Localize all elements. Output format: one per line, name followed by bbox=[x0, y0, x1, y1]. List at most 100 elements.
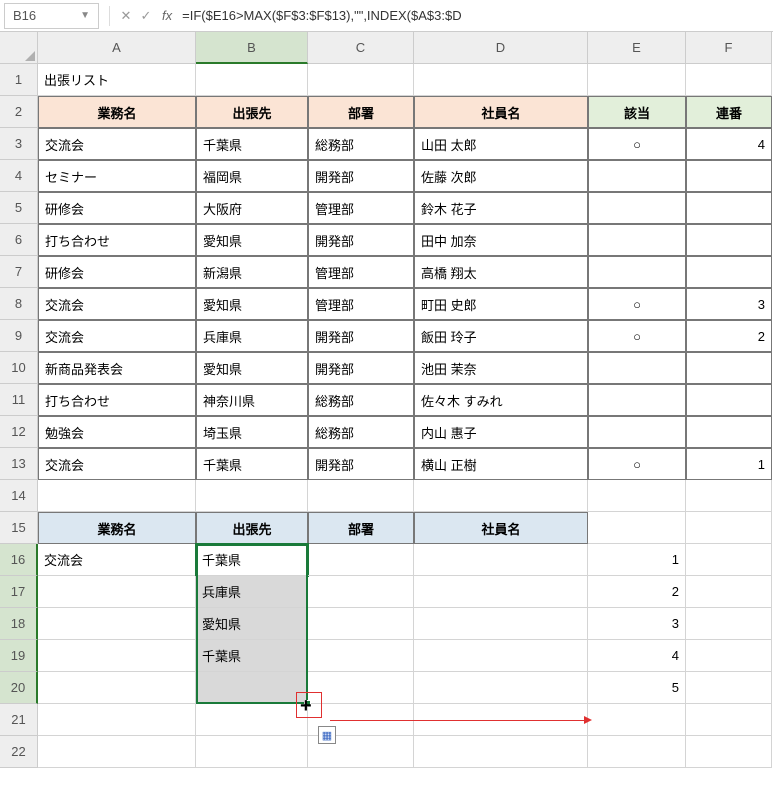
cell-E1[interactable] bbox=[588, 64, 686, 96]
cell-B4[interactable]: 福岡県 bbox=[196, 160, 308, 192]
select-all-corner[interactable] bbox=[0, 32, 38, 64]
cell-D7[interactable]: 高橋 翔太 bbox=[414, 256, 588, 288]
cell-F20[interactable] bbox=[686, 672, 772, 704]
cell-D12[interactable]: 内山 惠子 bbox=[414, 416, 588, 448]
cell-E14[interactable] bbox=[588, 480, 686, 512]
cell-C6[interactable]: 開発部 bbox=[308, 224, 414, 256]
cell-F5[interactable] bbox=[686, 192, 772, 224]
cell-F19[interactable] bbox=[686, 640, 772, 672]
cell-F7[interactable] bbox=[686, 256, 772, 288]
cell-D16[interactable] bbox=[414, 544, 588, 576]
row-header-12[interactable]: 12 bbox=[0, 416, 38, 448]
row-header-22[interactable]: 22 bbox=[0, 736, 38, 768]
cell-F18[interactable] bbox=[686, 608, 772, 640]
cell-F22[interactable] bbox=[686, 736, 772, 768]
row-header-15[interactable]: 15 bbox=[0, 512, 38, 544]
col-header-F[interactable]: F bbox=[686, 32, 772, 64]
row-header-9[interactable]: 9 bbox=[0, 320, 38, 352]
col-header-B[interactable]: B bbox=[196, 32, 308, 64]
cell-B8[interactable]: 愛知県 bbox=[196, 288, 308, 320]
cell-A8[interactable]: 交流会 bbox=[38, 288, 196, 320]
cell-F14[interactable] bbox=[686, 480, 772, 512]
cell-B17[interactable]: 兵庫県 bbox=[196, 576, 308, 608]
cell-C1[interactable] bbox=[308, 64, 414, 96]
cell-E3[interactable]: ○ bbox=[588, 128, 686, 160]
cell-E20[interactable]: 5 bbox=[588, 672, 686, 704]
cell-C18[interactable] bbox=[308, 608, 414, 640]
fx-icon[interactable]: fx bbox=[156, 8, 178, 23]
cell-E19[interactable]: 4 bbox=[588, 640, 686, 672]
cell-B6[interactable]: 愛知県 bbox=[196, 224, 308, 256]
row-header-1[interactable]: 1 bbox=[0, 64, 38, 96]
cell-E17[interactable]: 2 bbox=[588, 576, 686, 608]
cell-A3[interactable]: 交流会 bbox=[38, 128, 196, 160]
cell-B1[interactable] bbox=[196, 64, 308, 96]
cell-F4[interactable] bbox=[686, 160, 772, 192]
cell-E21[interactable] bbox=[588, 704, 686, 736]
cell-A1[interactable]: 出張リスト bbox=[38, 64, 196, 96]
col-header-A[interactable]: A bbox=[38, 32, 196, 64]
cell-D17[interactable] bbox=[414, 576, 588, 608]
row-header-13[interactable]: 13 bbox=[0, 448, 38, 480]
cell-E11[interactable] bbox=[588, 384, 686, 416]
cell-B11[interactable]: 神奈川県 bbox=[196, 384, 308, 416]
cell-C19[interactable] bbox=[308, 640, 414, 672]
chevron-down-icon[interactable]: ▼ bbox=[80, 10, 90, 21]
cell-A11[interactable]: 打ち合わせ bbox=[38, 384, 196, 416]
cell-A18[interactable] bbox=[38, 608, 196, 640]
cell-B14[interactable] bbox=[196, 480, 308, 512]
cell-A17[interactable] bbox=[38, 576, 196, 608]
cell-A22[interactable] bbox=[38, 736, 196, 768]
cell-D8[interactable]: 町田 史郎 bbox=[414, 288, 588, 320]
cell-D11[interactable]: 佐々木 すみれ bbox=[414, 384, 588, 416]
cell-D3[interactable]: 山田 太郎 bbox=[414, 128, 588, 160]
cell-E6[interactable] bbox=[588, 224, 686, 256]
row-header-14[interactable]: 14 bbox=[0, 480, 38, 512]
row-header-16[interactable]: 16 bbox=[0, 544, 38, 576]
cell-D19[interactable] bbox=[414, 640, 588, 672]
cell-C7[interactable]: 管理部 bbox=[308, 256, 414, 288]
cell-B22[interactable] bbox=[196, 736, 308, 768]
cell-B16[interactable]: 千葉県 bbox=[196, 544, 308, 576]
cell-B18[interactable]: 愛知県 bbox=[196, 608, 308, 640]
cell-C10[interactable]: 開発部 bbox=[308, 352, 414, 384]
row-header-18[interactable]: 18 bbox=[0, 608, 38, 640]
cell-E15[interactable] bbox=[588, 512, 686, 544]
cell-F10[interactable] bbox=[686, 352, 772, 384]
cell-A4[interactable]: セミナー bbox=[38, 160, 196, 192]
cell-D5[interactable]: 鈴木 花子 bbox=[414, 192, 588, 224]
cell-C17[interactable] bbox=[308, 576, 414, 608]
cell-F15[interactable] bbox=[686, 512, 772, 544]
cell-E7[interactable] bbox=[588, 256, 686, 288]
cell-C14[interactable] bbox=[308, 480, 414, 512]
cell-E2[interactable]: 該当 bbox=[588, 96, 686, 128]
cell-A19[interactable] bbox=[38, 640, 196, 672]
cell-C9[interactable]: 開発部 bbox=[308, 320, 414, 352]
cell-A5[interactable]: 研修会 bbox=[38, 192, 196, 224]
cell-C8[interactable]: 管理部 bbox=[308, 288, 414, 320]
cell-C15[interactable]: 部署 bbox=[308, 512, 414, 544]
cell-B7[interactable]: 新潟県 bbox=[196, 256, 308, 288]
confirm-icon[interactable]: ✓ bbox=[136, 8, 156, 24]
cell-A20[interactable] bbox=[38, 672, 196, 704]
cell-B3[interactable]: 千葉県 bbox=[196, 128, 308, 160]
cell-F9[interactable]: 2 bbox=[686, 320, 772, 352]
cell-A13[interactable]: 交流会 bbox=[38, 448, 196, 480]
cell-D20[interactable] bbox=[414, 672, 588, 704]
cell-A2[interactable]: 業務名 bbox=[38, 96, 196, 128]
cell-D14[interactable] bbox=[414, 480, 588, 512]
cell-E12[interactable] bbox=[588, 416, 686, 448]
autofill-options-button[interactable]: ▦ bbox=[318, 726, 336, 744]
cell-B5[interactable]: 大阪府 bbox=[196, 192, 308, 224]
cell-F17[interactable] bbox=[686, 576, 772, 608]
cell-C12[interactable]: 総務部 bbox=[308, 416, 414, 448]
row-header-10[interactable]: 10 bbox=[0, 352, 38, 384]
cell-D9[interactable]: 飯田 玲子 bbox=[414, 320, 588, 352]
cell-D6[interactable]: 田中 加奈 bbox=[414, 224, 588, 256]
cell-E13[interactable]: ○ bbox=[588, 448, 686, 480]
row-header-11[interactable]: 11 bbox=[0, 384, 38, 416]
col-header-D[interactable]: D bbox=[414, 32, 588, 64]
cell-A9[interactable]: 交流会 bbox=[38, 320, 196, 352]
cell-B19[interactable]: 千葉県 bbox=[196, 640, 308, 672]
cell-B9[interactable]: 兵庫県 bbox=[196, 320, 308, 352]
